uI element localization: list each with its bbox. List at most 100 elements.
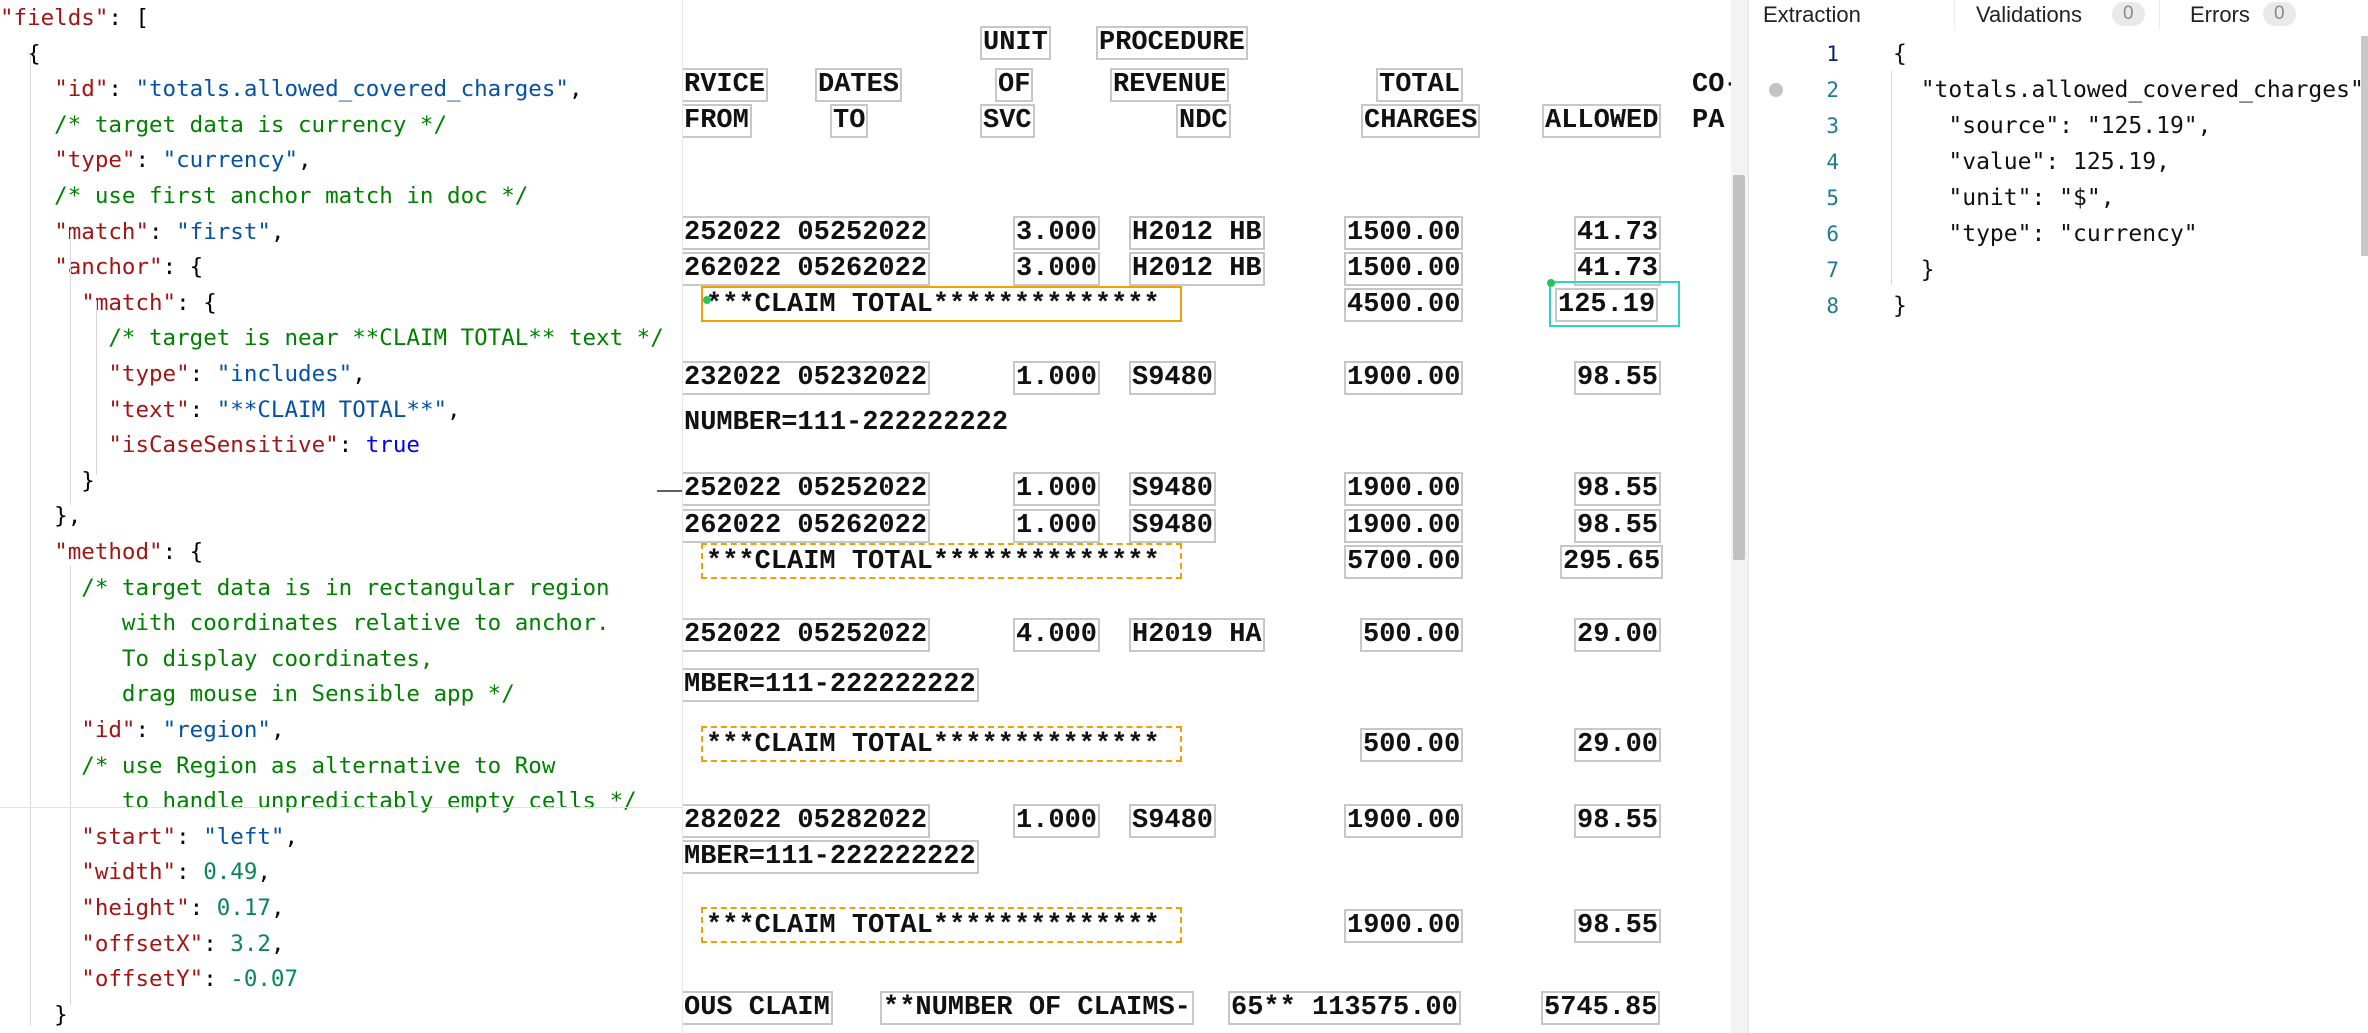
code-token: : bbox=[189, 396, 217, 423]
code-line[interactable]: To display coordinates, bbox=[0, 641, 434, 677]
breakpoint-dot[interactable] bbox=[1769, 83, 1783, 97]
col-header-svc: SVC bbox=[980, 104, 1035, 138]
cell-units: 3.000 bbox=[1013, 216, 1101, 250]
code-token: /* target data is currency */ bbox=[0, 111, 448, 138]
tab-errors[interactable]: Errors bbox=[2190, 0, 2250, 30]
cell-units: 3.000 bbox=[1013, 252, 1101, 286]
cell-total: 5700.00 bbox=[1344, 545, 1464, 579]
config-editor[interactable]: "fields": [ { "id": "totals.allowed_cove… bbox=[0, 0, 682, 1033]
code-token: }, bbox=[0, 503, 82, 530]
indent-guide bbox=[70, 565, 71, 1005]
code-token: : bbox=[176, 859, 204, 886]
code-token: : bbox=[189, 361, 217, 387]
output-json-line[interactable]: { bbox=[1893, 36, 1907, 72]
output-json-line[interactable]: "type": "currency" bbox=[1893, 216, 2197, 252]
cell-allowed: 29.00 bbox=[1574, 618, 1662, 652]
code-token: "type" bbox=[108, 361, 190, 387]
code-line[interactable]: "match": "first", bbox=[0, 214, 284, 250]
line-number: 5 bbox=[1826, 186, 1839, 210]
cell-allowed: 29.00 bbox=[1574, 728, 1662, 762]
code-line[interactable]: /* target data is in rectangular region bbox=[0, 570, 609, 606]
code-token: 3.2 bbox=[230, 930, 271, 957]
col-header-of: OF bbox=[995, 68, 1034, 102]
code-line[interactable]: } bbox=[0, 997, 68, 1033]
code-line[interactable]: to handle unpredictably empty cells */ bbox=[0, 783, 637, 819]
code-token: "text" bbox=[108, 396, 190, 423]
code-line[interactable]: /* target data is currency */ bbox=[0, 107, 447, 143]
code-line[interactable]: { bbox=[0, 36, 41, 72]
code-token: "includes" bbox=[216, 361, 353, 387]
code-token: , bbox=[270, 930, 285, 957]
col-header-from: FROM bbox=[683, 104, 752, 138]
errors-count-badge: 0 bbox=[2263, 2, 2296, 26]
code-token: -0.07 bbox=[230, 966, 299, 993]
code-line[interactable]: } bbox=[0, 463, 95, 499]
cell-code: H2012 HB bbox=[1129, 252, 1265, 286]
footer-allowed-total: 5745.85 bbox=[1541, 991, 1661, 1025]
code-line[interactable]: "width": 0.49, bbox=[0, 854, 271, 890]
cell-allowed-extracted[interactable]: 125.19 bbox=[1555, 288, 1659, 322]
code-line[interactable]: drag mouse in Sensible app */ bbox=[0, 676, 515, 712]
code-token: to handle unpredictably empty cells */ bbox=[0, 788, 637, 815]
code-line[interactable]: "offsetY": -0.07 bbox=[0, 961, 298, 997]
tab-extraction[interactable]: Extraction bbox=[1763, 0, 1861, 30]
document-viewer[interactable]: UNIT PROCEDURE RVICE DATES OF REVENUE TO… bbox=[683, 0, 1731, 1033]
code-line[interactable]: "type": "includes", bbox=[0, 356, 365, 392]
footer-claim: OUS CLAIM bbox=[683, 991, 833, 1025]
code-token: 0.17 bbox=[216, 895, 271, 921]
tab-validations[interactable]: Validations bbox=[1976, 0, 2082, 30]
member-number: MBER=111-222222222 bbox=[683, 668, 979, 702]
output-json-line[interactable]: } bbox=[1893, 252, 1935, 288]
output-json-line[interactable]: "unit": "$", bbox=[1893, 180, 2114, 216]
code-line[interactable]: "match": { bbox=[0, 285, 216, 321]
code-token: true bbox=[365, 432, 420, 459]
code-token: "currency" bbox=[162, 147, 299, 174]
output-panel: Extraction Validations 0 Errors 0 1 2 3 … bbox=[1748, 0, 2368, 1033]
output-scrollbar[interactable] bbox=[2361, 36, 2368, 256]
cell-code: S9480 bbox=[1129, 804, 1217, 838]
code-line[interactable]: "id": "totals.allowed_covered_charges", bbox=[0, 71, 582, 107]
cell-allowed: 98.55 bbox=[1574, 804, 1662, 838]
cell-total: 1900.00 bbox=[1344, 909, 1464, 943]
col-header-procedure: PROCEDURE bbox=[1096, 26, 1248, 60]
line-number: 8 bbox=[1826, 294, 1839, 318]
code-token: : bbox=[189, 895, 217, 921]
code-token: "match" bbox=[54, 218, 150, 245]
document-scrollbar-thumb[interactable] bbox=[1733, 175, 1745, 560]
code-line[interactable]: "type": "currency", bbox=[0, 142, 311, 178]
output-json-line[interactable]: "source": "125.19", bbox=[1893, 108, 2211, 144]
code-line[interactable]: "isCaseSensitive": true bbox=[0, 427, 420, 463]
code-line[interactable]: "offsetX": 3.2, bbox=[0, 926, 284, 962]
code-token: : bbox=[203, 966, 231, 993]
code-line[interactable]: /* use Region as alternative to Row bbox=[0, 748, 555, 784]
output-json-line[interactable]: "totals.allowed_covered_charges": { bbox=[1893, 72, 2368, 108]
output-json-line[interactable]: } bbox=[1893, 288, 1907, 324]
cell-dates: 252022 05252022 bbox=[683, 472, 931, 506]
code-token: "method" bbox=[54, 539, 163, 565]
cell-total: 4500.00 bbox=[1344, 288, 1464, 322]
code-line[interactable]: "start": "left", bbox=[0, 819, 298, 855]
code-token: : bbox=[176, 823, 204, 850]
cell-units: 1.000 bbox=[1013, 804, 1101, 838]
cell-total: 1900.00 bbox=[1344, 361, 1464, 395]
code-line[interactable]: /* target is near **CLAIM TOTAL** text *… bbox=[0, 320, 663, 356]
code-token: "id" bbox=[81, 717, 136, 743]
cell-dates: 282022 05282022 bbox=[683, 804, 931, 838]
tab-separator bbox=[1954, 0, 1955, 30]
footer-grand-total: 65** 113575.00 bbox=[1228, 991, 1461, 1025]
output-json-line[interactable]: "value": 125.19, bbox=[1893, 144, 2170, 180]
code-token: "offsetX" bbox=[81, 930, 204, 957]
code-token: "width" bbox=[81, 859, 177, 886]
region-handle[interactable] bbox=[1547, 279, 1555, 287]
code-line[interactable]: "fields": [ bbox=[0, 0, 149, 36]
code-line[interactable]: with coordinates relative to anchor. bbox=[0, 605, 610, 641]
code-token: /* use Region as alternative to Row bbox=[0, 752, 556, 779]
code-token: "**CLAIM TOTAL**" bbox=[216, 396, 448, 423]
code-line[interactable]: "id": "region", bbox=[0, 712, 284, 748]
code-line[interactable]: "height": 0.17, bbox=[0, 890, 284, 926]
code-token: : { bbox=[162, 539, 204, 565]
code-line[interactable]: /* use first anchor match in doc */ bbox=[0, 178, 528, 214]
